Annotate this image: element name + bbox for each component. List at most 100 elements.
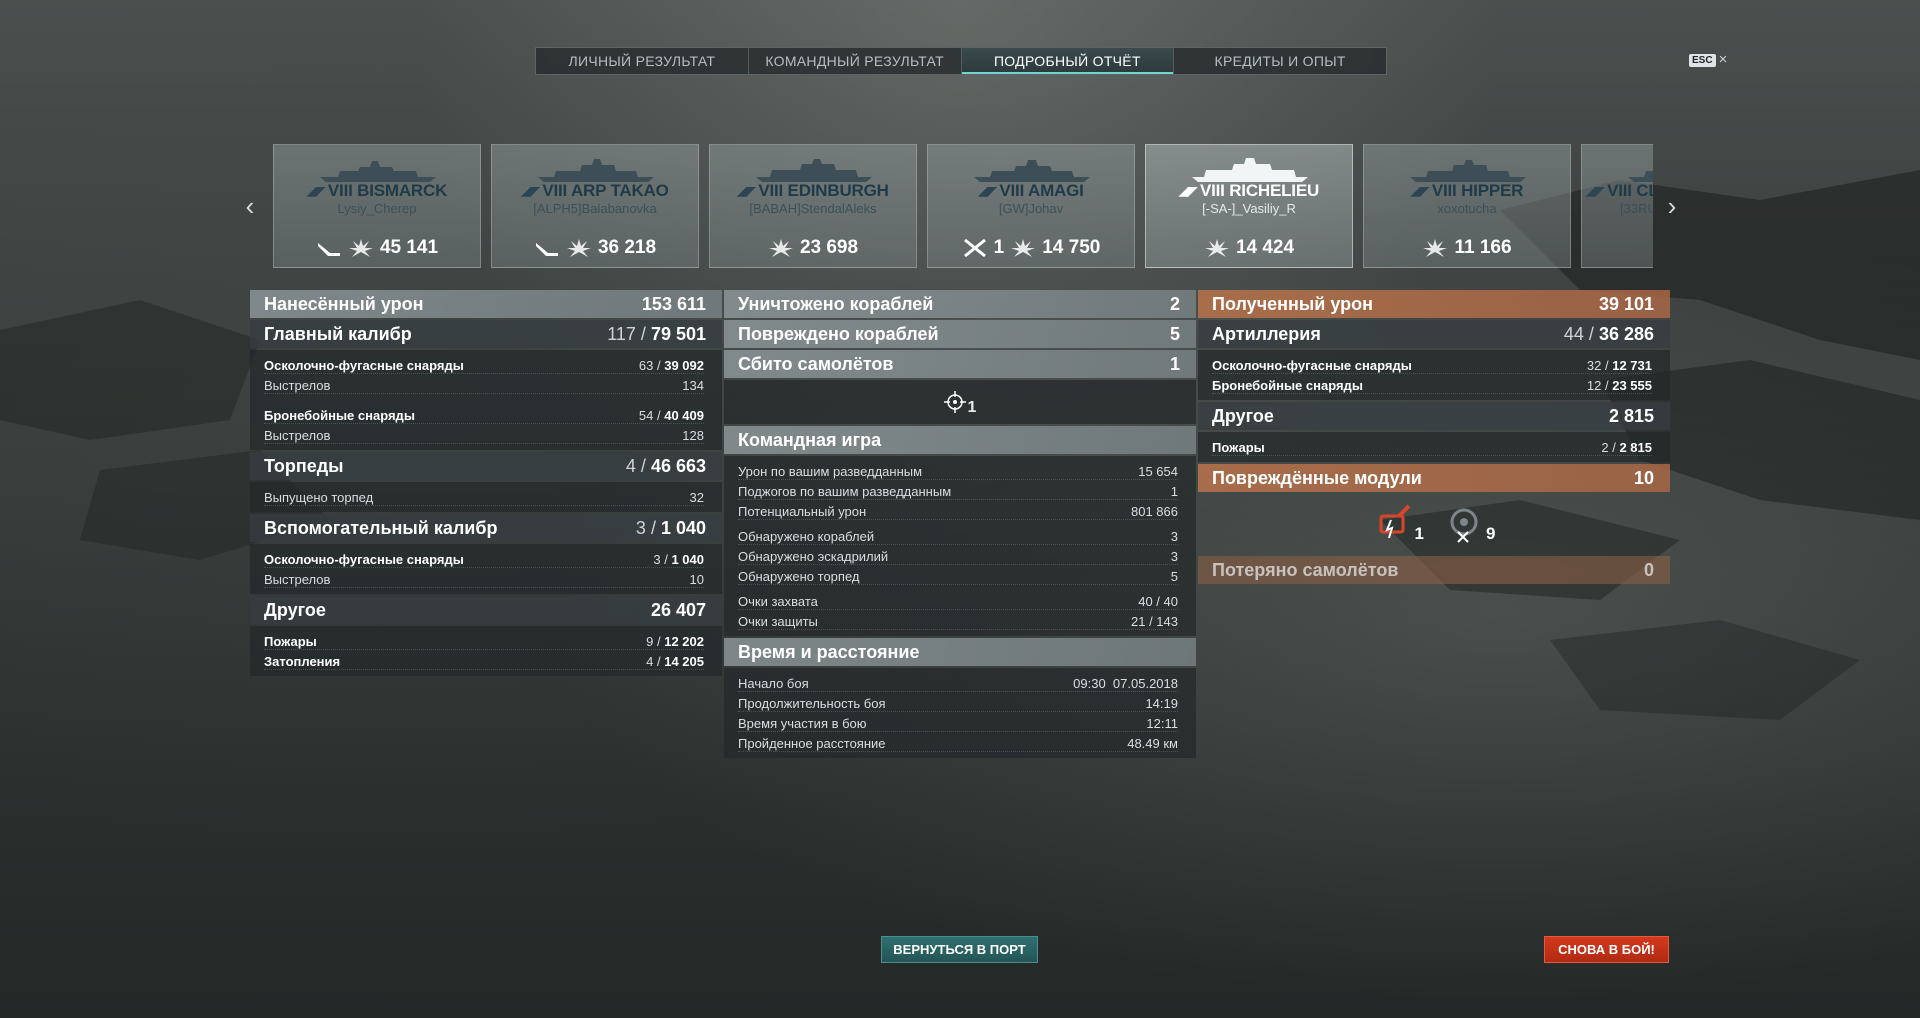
engine-module-icon [1450, 508, 1478, 543]
ship-card[interactable]: ◢◤ VIII HIPPER xoxotucha 11 166 [1363, 144, 1571, 268]
close-icon: × [1718, 51, 1728, 68]
battle-again-button[interactable]: СНОВА В БОЙ! [1544, 936, 1669, 963]
module-item: 1 [1373, 504, 1424, 544]
damage-value: 23 698 [799, 237, 859, 258]
main-battery-details: Осколочно-фугасные снаряды 63 / 39 092 Вы… [250, 350, 722, 450]
damage-dealt-panel: Нанесённый урон 153 611 Главный калибр 11… [250, 290, 722, 678]
tab-detailed-report[interactable]: ПОДРОБНЫЙ ОТЧЁТ [961, 48, 1175, 74]
stat-row: Пройденное расстояние 48.49 км [738, 732, 1178, 752]
damage-received-header: Полученный урон 39 101 [1198, 290, 1670, 318]
ship-card[interactable]: ◢◤VIII CL [33RU [1581, 144, 1653, 268]
torpedoes-details: Выпущено торпед 32 [250, 482, 722, 512]
ship-stats: 1 14 750 [928, 237, 1134, 259]
player-name: [33RU [1620, 201, 1653, 216]
other-damage-header: Другое 26 407 [250, 596, 722, 624]
ship-name: ◢◤ VIII EDINBURGH [737, 181, 889, 200]
stat-row: Бронебойные снаряды 12 / 23 555 [1212, 374, 1652, 394]
player-name: [BABAH]StendalAleks [749, 201, 877, 216]
damage-received-panel: Полученный урон 39 101 Артиллерия 44 / 36… [1198, 290, 1670, 586]
stat-row: Поджогов по вашим разведданным 1 [738, 480, 1178, 500]
stat-row: Выстрелов 10 [264, 568, 704, 588]
ships-destroyed-header: Уничтожено кораблей 2 [724, 290, 1196, 318]
ship-name: ◢◤ VIII AMAGI [978, 181, 1084, 200]
stat-row: Очки защиты 21 / 143 [738, 610, 1178, 630]
player-name: xoxotucha [1437, 201, 1497, 216]
tab-personal-result[interactable]: ЛИЧНЫЙ РЕЗУЛЬТАТ [536, 48, 749, 74]
player-name: [-SA-]_Vasiliy_R [1202, 201, 1296, 216]
kill-icon [963, 238, 986, 258]
ship-stats: 45 141 [274, 237, 480, 259]
ship-card-selected[interactable]: ◢◤ VIII RICHELIEU [-SA-]_Vasiliy_R 14 424 [1145, 144, 1353, 268]
stat-row: Урон по вашим разведданным 15 654 [738, 460, 1178, 480]
tab-team-result[interactable]: КОМАНДНЫЙ РЕЗУЛЬТАТ [749, 48, 962, 74]
ship-silhouette-icon [1192, 158, 1308, 182]
damage-icon [768, 239, 793, 257]
stat-row: Обнаружено эскадрилий 3 [738, 545, 1178, 565]
esc-key-label: ESC [1689, 53, 1716, 67]
stat-row: Пожары 2 / 2 815 [1212, 436, 1652, 456]
player-name: [ALPH5]Balabanovka [533, 201, 657, 216]
cruiser-class-icon: ◢◤ [1586, 184, 1605, 198]
stat-row: Продолжительность боя 14:19 [738, 692, 1178, 712]
cruiser-class-icon: ◢◤ [737, 184, 756, 198]
main-battery-header: Главный калибр 117 / 79 501 [250, 320, 722, 348]
battleship-class-icon: ◢◤ [1178, 184, 1197, 198]
ship-name: ◢◤VIII CL [1586, 181, 1653, 200]
planes-shot-count: 1 [967, 399, 977, 416]
planes-shot-box: 1 [724, 380, 1196, 424]
battleship-class-icon: ◢◤ [978, 184, 997, 198]
stat-row: Выстрелов 134 [264, 374, 704, 394]
ships-damaged-header: Повреждено кораблей 5 [724, 320, 1196, 348]
tab-bar: ЛИЧНЫЙ РЕЗУЛЬТАТ КОМАНДНЫЙ РЕЗУЛЬТАТ ПОД… [535, 47, 1387, 75]
ship-stats: 11 166 [1364, 237, 1570, 259]
other-received-details: Пожары 2 / 2 815 [1198, 432, 1670, 462]
stat-row: Затопления 4 / 14 205 [264, 650, 704, 670]
ship-card[interactable]: ◢◤ VIII AMAGI [GW]Johav 1 14 750 [927, 144, 1135, 268]
ship-card[interactable]: ◢◤ VIII ARP TAKAO [ALPH5]Balabanovka 36 2… [491, 144, 699, 268]
carousel-next-arrow[interactable]: › [1662, 192, 1682, 220]
crosshair-icon [943, 391, 966, 413]
secondary-battery-details: Осколочно-фугасные снаряды 3 / 1 040 Выст… [250, 544, 722, 594]
ship-silhouette-icon [756, 159, 872, 182]
time-distance-header: Время и расстояние [724, 638, 1196, 666]
stat-row: Очки захвата 40 / 40 [738, 590, 1178, 610]
time-distance-details: Начало боя 09:30 07.05.2018 Продолжительн… [724, 668, 1196, 758]
carousel-prev-arrow[interactable]: ‹ [240, 192, 260, 220]
ship-card[interactable]: ◢◤ VIII EDINBURGH [BABAH]StendalAleks 23 … [709, 144, 917, 268]
damage-value: 45 141 [379, 237, 439, 258]
damage-value: 11 166 [1454, 237, 1512, 258]
teamwork-header: Командная игра [724, 426, 1196, 454]
stat-row: Обнаружено кораблей 3 [738, 525, 1178, 545]
damaged-modules-header: Повреждённые модули 10 [1198, 464, 1670, 492]
ship-stats: 14 424 [1146, 237, 1352, 259]
ship-name: ◢◤ VIII HIPPER [1410, 181, 1524, 200]
artillery-header: Артиллерия 44 / 36 286 [1198, 320, 1670, 348]
stat-row: Выпущено торпед 32 [264, 486, 704, 506]
damage-icon [1204, 239, 1229, 257]
ship-silhouette-icon [974, 160, 1090, 182]
battleship-class-icon: ◢◤ [306, 184, 325, 198]
torpedo-hit-icon [317, 243, 340, 256]
other-damage-details: Пожары 9 / 12 202 Затопления 4 / 14 205 [250, 626, 722, 676]
ship-card[interactable]: ◢◤ VIII BISMARCK Lysiy_Cherep 45 141 [273, 144, 481, 268]
ship-stats: 23 698 [710, 237, 916, 259]
return-to-port-button[interactable]: ВЕРНУТЬСЯ В ПОРТ [881, 936, 1038, 963]
torpedoes-header: Торпеды 4 / 46 663 [250, 452, 722, 480]
module-item: 9 [1444, 504, 1495, 544]
ship-silhouette-icon [1410, 160, 1526, 182]
damage-value: 36 218 [597, 237, 657, 258]
damage-dealt-header: Нанесённый урон 153 611 [250, 290, 722, 318]
close-button[interactable]: ESC × [1689, 52, 1727, 68]
ship-name: ◢◤ VIII BISMARCK [306, 181, 448, 200]
center-panel: Уничтожено кораблей 2 Повреждено кораблей… [724, 290, 1196, 760]
damage-icon [1423, 239, 1448, 257]
cruiser-class-icon: ◢◤ [521, 184, 540, 198]
other-received-header: Другое 2 815 [1198, 402, 1670, 430]
cruiser-class-icon: ◢◤ [1410, 184, 1429, 198]
tab-credits-xp[interactable]: КРЕДИТЫ И ОПЫТ [1174, 48, 1386, 74]
player-name: [GW]Johav [998, 201, 1064, 216]
stat-row: Осколочно-фугасные снаряды 32 / 12 731 [1212, 354, 1652, 374]
damage-icon [566, 239, 591, 257]
ship-silhouette-icon [538, 159, 654, 182]
stat-row: Осколочно-фугасные снаряды 3 / 1 040 [264, 548, 704, 568]
